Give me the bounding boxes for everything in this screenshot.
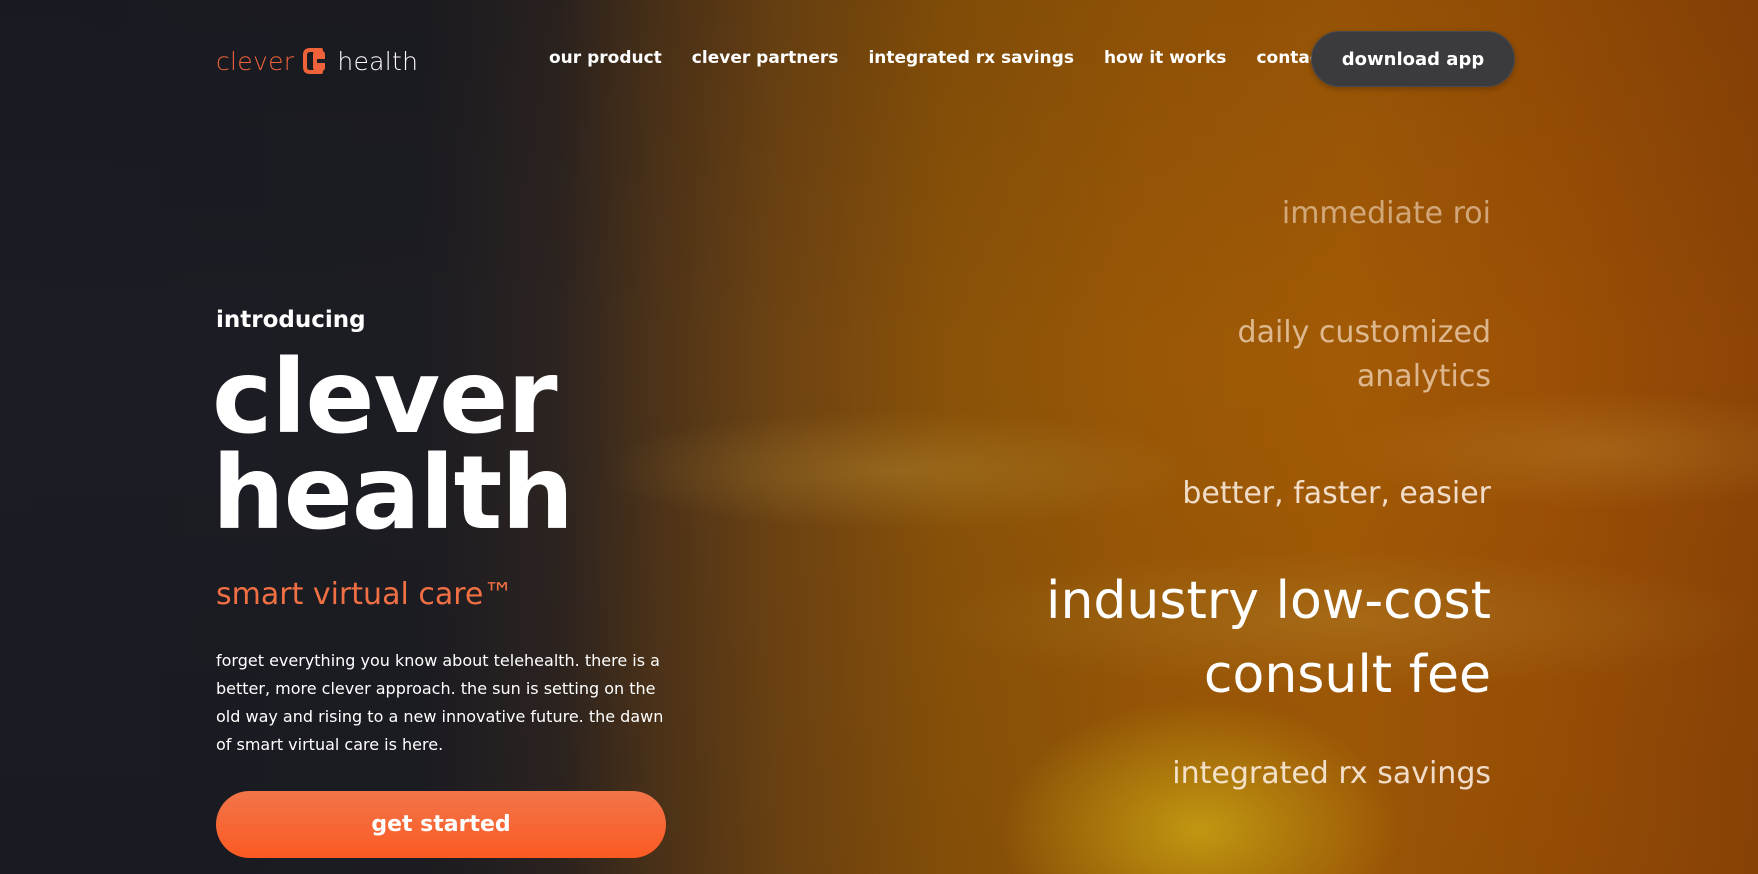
brand-logo[interactable]: clever health: [216, 42, 418, 80]
feature-line: daily customized: [1237, 315, 1491, 350]
nav-link-how-it-works[interactable]: how it works: [1104, 48, 1226, 68]
nav-link-integrated-rx-savings[interactable]: integrated rx savings: [868, 48, 1074, 68]
feature-integrated-rx-savings: integrated rx savings: [1172, 754, 1491, 794]
feature-line: integrated rx savings: [1172, 756, 1491, 791]
logo-text-health: health: [337, 46, 419, 76]
logo-text-clever: clever: [216, 46, 295, 76]
feature-line: industry low-cost: [1046, 571, 1491, 631]
nav-link-clever-partners[interactable]: clever partners: [692, 48, 839, 68]
get-started-button[interactable]: get started: [216, 791, 666, 858]
feature-line: analytics: [1356, 359, 1491, 394]
feature-better-faster-easier: better, faster, easier: [1182, 474, 1491, 514]
feature-daily-customized-analytics: daily customized analytics: [1238, 311, 1491, 399]
feature-line: consult fee: [1203, 645, 1491, 705]
hero-title: clever health: [212, 338, 574, 553]
hero-tagline: smart virtual care™: [216, 577, 514, 612]
feature-industry-low-cost-consult-fee: industry low-cost consult fee: [1046, 564, 1491, 712]
clever-health-logo-icon: [303, 48, 326, 74]
hero-title-line-2: health: [212, 434, 574, 553]
download-app-button[interactable]: download app: [1311, 31, 1515, 87]
feature-immediate-roi: immediate roi: [1282, 194, 1491, 234]
main-navigation: our product clever partners integrated r…: [549, 48, 1356, 68]
nav-link-our-product[interactable]: our product: [549, 48, 662, 68]
feature-line: better, faster, easier: [1182, 476, 1491, 511]
hero-title-line-1: clever: [212, 338, 558, 457]
feature-line: immediate roi: [1281, 196, 1491, 231]
hero-description: forget everything you know about telehea…: [216, 651, 664, 754]
hero-intro-text: introducing: [216, 307, 366, 333]
